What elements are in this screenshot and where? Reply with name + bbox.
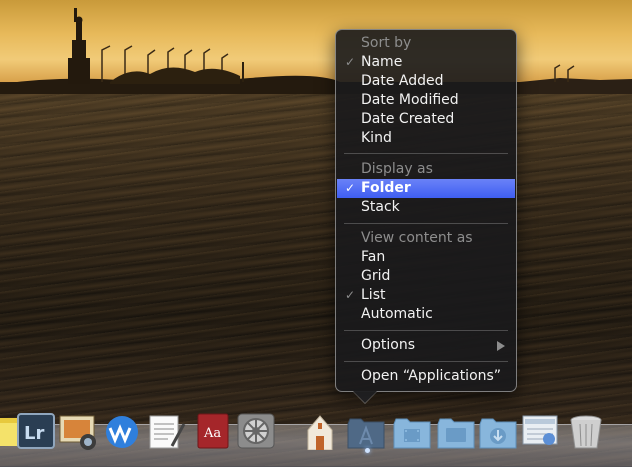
desktop-wallpaper (0, 0, 632, 466)
downloads-folder-icon[interactable] (478, 410, 518, 450)
menu-item-sort-date-added[interactable]: Date Added (337, 72, 515, 91)
desktop-folder-icon[interactable] (436, 410, 476, 450)
trash-icon[interactable] (566, 410, 606, 450)
display-as-header: Display as (337, 160, 515, 179)
document-stack-icon[interactable] (520, 410, 560, 450)
harbor-skyline (0, 8, 632, 94)
home-folder-icon[interactable] (300, 410, 340, 450)
menu-pointer (353, 391, 377, 403)
menu-item-view-grid[interactable]: Grid (337, 267, 515, 286)
menu-separator (344, 330, 508, 331)
menu-separator (344, 223, 508, 224)
menu-separator (344, 361, 508, 362)
running-indicator (365, 448, 370, 453)
menu-item-view-automatic[interactable]: Automatic (337, 305, 515, 324)
menu-item-label: Date Created (361, 111, 455, 127)
menu-item-view-fan[interactable]: Fan (337, 248, 515, 267)
menu-item-sort-kind[interactable]: Kind (337, 129, 515, 148)
lightroom-label: Lr (24, 423, 44, 444)
menu-item-open-applications[interactable]: Open “Applications” (337, 367, 515, 386)
system-preferences-icon[interactable] (236, 410, 276, 450)
checkmark-icon: ✓ (345, 55, 356, 69)
menu-item-label: Options (361, 337, 416, 353)
menu-item-label: Open “Applications” (361, 368, 502, 384)
menu-item-label: Fan (361, 249, 386, 265)
view-content-as-header-label: View content as (361, 230, 473, 246)
menu-item-view-list[interactable]: ✓ List (337, 286, 515, 305)
checkmark-icon: ✓ (345, 181, 356, 195)
submenu-arrow-icon (497, 341, 505, 351)
dictionary-icon[interactable]: Aa (194, 410, 234, 450)
menu-item-label: Grid (361, 268, 391, 284)
iphoto-icon[interactable] (58, 410, 98, 450)
sort-by-header-label: Sort by (361, 35, 412, 51)
textedit-icon[interactable] (146, 410, 186, 450)
menu-item-label: Name (361, 54, 403, 70)
display-as-header-label: Display as (361, 161, 433, 177)
word-icon[interactable] (102, 410, 142, 450)
movies-folder-icon[interactable] (392, 410, 432, 450)
dictionary-label: Aa (203, 426, 221, 441)
checkmark-icon: ✓ (345, 288, 356, 302)
lightroom-icon[interactable]: Lr (16, 410, 56, 450)
menu-item-label: Kind (361, 130, 392, 146)
menu-item-display-folder[interactable]: ✓ Folder (337, 179, 515, 198)
dock-folder-context-menu: Sort by ✓ Name Date Added Date Modified … (335, 29, 517, 392)
menu-separator (344, 153, 508, 154)
view-content-as-header: View content as (337, 229, 515, 248)
menu-item-label: List (361, 287, 386, 303)
menu-item-sort-date-created[interactable]: Date Created (337, 110, 515, 129)
menu-item-label: Automatic (361, 306, 433, 322)
menu-item-label: Stack (361, 199, 400, 215)
menu-item-label: Date Modified (361, 92, 459, 108)
menu-item-display-stack[interactable]: Stack (337, 198, 515, 217)
menu-item-label: Folder (361, 180, 411, 196)
menu-item-sort-name[interactable]: ✓ Name (337, 53, 515, 72)
sort-by-header: Sort by (337, 34, 515, 53)
menu-item-label: Date Added (361, 73, 444, 89)
applications-folder-icon[interactable] (346, 410, 386, 450)
menu-item-options[interactable]: Options (337, 336, 515, 355)
menu-item-sort-date-modified[interactable]: Date Modified (337, 91, 515, 110)
